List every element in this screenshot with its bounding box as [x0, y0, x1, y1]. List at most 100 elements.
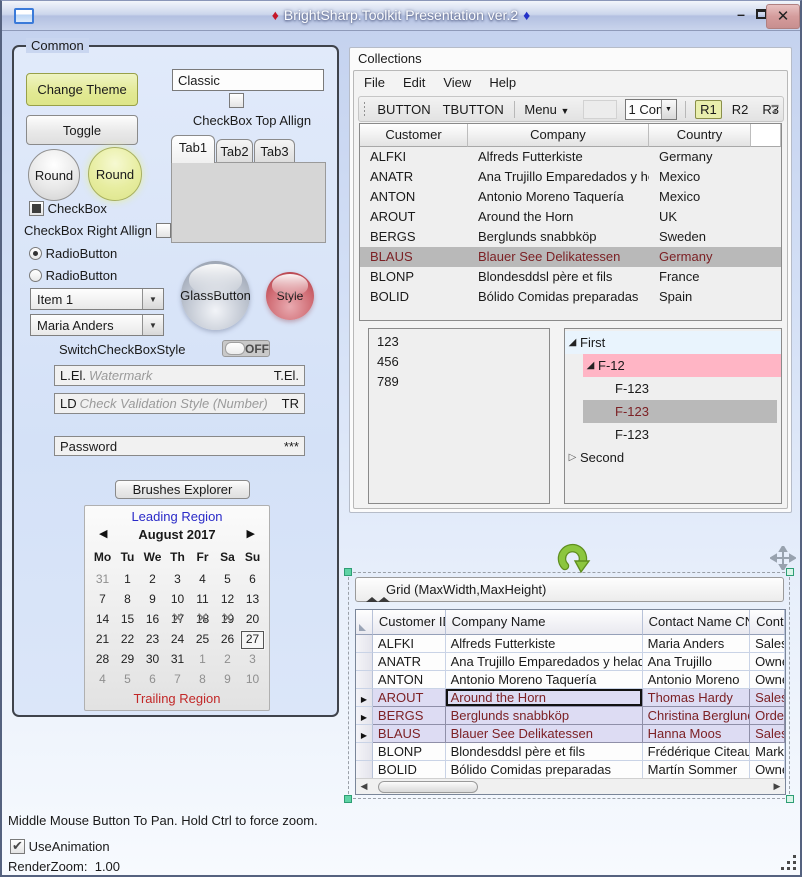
listview-row[interactable]: AROUTAround the HornUK — [360, 207, 781, 227]
calendar-day[interactable]: 6 — [140, 670, 165, 690]
scrollbar-thumb[interactable] — [378, 781, 478, 793]
datagrid-cell[interactable]: BLONP — [373, 743, 446, 761]
calendar-day[interactable]: 15 — [115, 610, 140, 630]
calendar-day[interactable]: 25 — [190, 630, 215, 650]
calendar-next-button[interactable]: ▶ — [247, 527, 255, 540]
listbox-item[interactable]: 123 — [369, 332, 549, 352]
datagrid-cell[interactable]: Owne — [750, 761, 785, 779]
datagrid-column-header[interactable]: Company Name — [446, 610, 643, 635]
calendar-day[interactable]: 21 — [90, 630, 115, 650]
datagrid-row[interactable]: ▶AROUTAround the HornThomas HardySales — [356, 689, 785, 707]
tab-tab1[interactable]: Tab1 — [171, 135, 215, 163]
toolbar-combobox[interactable]: 1 Com ▼ — [625, 99, 677, 120]
datagrid-cell[interactable]: Ana Trujillo — [643, 653, 751, 671]
calendar-day[interactable]: 9 — [140, 590, 165, 610]
datagrid-column-header[interactable]: Contact Name CN — [643, 610, 751, 635]
calendar-day[interactable]: 1 — [115, 570, 140, 590]
datagrid-row-header[interactable]: ▶ — [356, 689, 373, 707]
scroll-left-icon[interactable]: ◀ — [356, 781, 372, 792]
datagrid-cell[interactable]: Frédérique Citeaux — [643, 743, 751, 761]
calendar-day[interactable]: 7 — [90, 590, 115, 610]
adorner-handle[interactable] — [786, 568, 794, 576]
switch-thumb[interactable] — [225, 342, 245, 355]
menu-item-help[interactable]: Help — [489, 75, 516, 90]
calendar-day[interactable]: 7 — [165, 670, 190, 690]
radio-button-2[interactable]: RadioButton — [29, 268, 117, 283]
datagrid-cell[interactable]: Martín Sommer — [643, 761, 751, 779]
validation-input[interactable]: LD Check Validation Style (Number) TR — [54, 393, 305, 414]
datagrid-row-header[interactable] — [356, 653, 373, 671]
listbox-item[interactable]: 456 — [369, 352, 549, 372]
datagrid-cell[interactable]: Christina Berglund — [643, 707, 751, 725]
round-button-yellow[interactable]: Round — [88, 147, 142, 201]
calendar-day[interactable]: 4 — [90, 670, 115, 690]
datagrid-cell[interactable]: Owne — [750, 653, 785, 671]
combo-dropdown-button[interactable]: ▼ — [142, 315, 163, 335]
calendar-day[interactable]: 3 — [240, 650, 265, 670]
tab-tab3[interactable]: Tab3 — [254, 139, 295, 163]
datagrid-row-header[interactable] — [356, 635, 373, 653]
datagrid-column-header[interactable]: Customer ID — [373, 610, 446, 635]
checkbox-right-control[interactable]: CheckBox Right Allign — [24, 223, 171, 238]
toolbar-textbox[interactable] — [583, 100, 616, 119]
datagrid-cell[interactable]: Maria Anders — [643, 635, 751, 653]
calendar-day[interactable]: 24 — [165, 630, 190, 650]
calendar-day[interactable]: 19✕ — [215, 610, 240, 630]
calendar-day[interactable]: 11 — [190, 590, 215, 610]
datagrid-cell[interactable]: ANTON — [373, 671, 446, 689]
toolbar-overflow-button[interactable]: ▬▼ — [770, 102, 780, 116]
adorner-handle[interactable] — [344, 568, 352, 576]
datagrid-cell[interactable]: Orde — [750, 707, 785, 725]
menu-item-edit[interactable]: Edit — [403, 75, 425, 90]
calendar-day[interactable]: 23 — [140, 630, 165, 650]
change-theme-button[interactable]: Change Theme — [26, 73, 138, 106]
calendar-day[interactable]: 29 — [115, 650, 140, 670]
datagrid-cell[interactable]: Owne — [750, 671, 785, 689]
calendar-day[interactable]: 8 — [190, 670, 215, 690]
listview-row[interactable]: BLAUSBlauer See DelikatessenGermany — [360, 247, 781, 267]
combo-item[interactable]: Item 1 ▼ — [30, 288, 164, 310]
listview-row[interactable]: ALFKIAlfreds FutterkisteGermany — [360, 147, 781, 167]
datagrid-row-header[interactable] — [356, 761, 373, 779]
move-cross-icon[interactable] — [770, 546, 796, 570]
calendar-day[interactable]: 9 — [215, 670, 240, 690]
listview-column-header[interactable]: Country — [649, 124, 751, 147]
calendar-day[interactable]: 18✕ — [190, 610, 215, 630]
toolbar-toggle-button[interactable]: TBUTTON — [437, 102, 510, 117]
toolbar-menu-button[interactable]: Menu ▼ — [518, 102, 575, 117]
calendar-day[interactable]: 26 — [215, 630, 240, 650]
calendar-day[interactable]: 2 — [215, 650, 240, 670]
glass-button[interactable]: GlassButton — [181, 261, 250, 330]
switch-checkbox[interactable]: OFF — [222, 340, 270, 357]
calendar-day[interactable]: 2 — [140, 570, 165, 590]
datagrid-cell[interactable]: Around the Horn — [446, 689, 643, 707]
datagrid-row-header[interactable] — [356, 671, 373, 689]
classic-input[interactable]: Classic — [172, 69, 324, 91]
datagrid-select-all-corner[interactable] — [356, 610, 373, 635]
calendar-day[interactable]: 17✕ — [165, 610, 190, 630]
expanded-toggle-icon[interactable]: ◢ — [583, 354, 598, 377]
calendar-day[interactable]: 31 — [90, 570, 115, 590]
tree-item[interactable]: ◢First — [565, 331, 781, 354]
scroll-right-icon[interactable]: ▶ — [769, 781, 785, 792]
watermark-input[interactable]: L.El. Watermark T.El. — [54, 365, 305, 386]
calendar-day[interactable]: 13 — [240, 590, 265, 610]
round-button-gray[interactable]: Round — [28, 149, 80, 201]
calendar-day[interactable]: 3 — [165, 570, 190, 590]
datagrid-column-header[interactable]: Cont — [750, 610, 785, 635]
combo-dropdown-button[interactable]: ▼ — [661, 100, 676, 119]
calendar-day[interactable]: 4 — [190, 570, 215, 590]
listbox-item[interactable]: 789 — [369, 372, 549, 392]
datagrid-row[interactable]: ▶BLAUSBlauer See DelikatessenHanna MoosS… — [356, 725, 785, 743]
calendar-day[interactable]: 5 — [215, 570, 240, 590]
calendar-day[interactable]: 10 — [165, 590, 190, 610]
listview-row[interactable]: BLONPBlondesddsl père et filsFrance — [360, 267, 781, 287]
calendar-day[interactable]: 14 — [90, 610, 115, 630]
toolbar-grip-icon[interactable] — [363, 101, 365, 117]
tree-item[interactable]: ◢F-12 — [583, 354, 781, 377]
datagrid-cell[interactable]: Hanna Moos — [643, 725, 751, 743]
listview-row[interactable]: BERGSBerglunds snabbköpSweden — [360, 227, 781, 247]
datagrid-cell[interactable]: ANATR — [373, 653, 446, 671]
datagrid-cell[interactable]: BLAUS — [373, 725, 446, 743]
close-button[interactable]: ✕ — [766, 4, 800, 29]
